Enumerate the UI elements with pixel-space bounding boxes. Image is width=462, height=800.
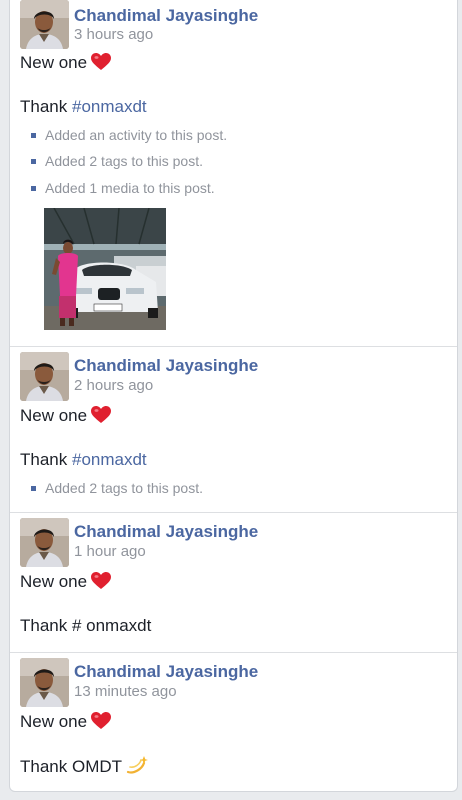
author-name[interactable]: Chandimal Jayasinghe bbox=[74, 522, 258, 542]
square-bullet-icon bbox=[31, 159, 36, 164]
car-photo bbox=[44, 208, 166, 330]
avatar[interactable] bbox=[20, 518, 69, 567]
post-timestamp[interactable]: 1 hour ago bbox=[74, 543, 146, 560]
square-bullet-icon bbox=[31, 486, 36, 491]
post-text: New one bbox=[20, 572, 88, 591]
post-text-line: New one bbox=[20, 52, 112, 77]
activity-item: Added 2 tags to this post. bbox=[31, 479, 203, 497]
post-2: Chandimal Jayasinghe 2 hours ago New one… bbox=[10, 346, 457, 512]
feed-card: Chandimal Jayasinghe 3 hours ago New one… bbox=[9, 0, 458, 792]
post-1: Chandimal Jayasinghe 3 hours ago New one… bbox=[10, 0, 457, 346]
heart-emoji-icon bbox=[91, 53, 112, 77]
dizzy-emoji-icon bbox=[126, 755, 149, 781]
activity-text: Added 2 tags to this post. bbox=[45, 480, 203, 496]
activity-text: Added 2 tags to this post. bbox=[45, 153, 203, 169]
activity-text: Added 1 media to this post. bbox=[45, 180, 215, 196]
post-text: New one bbox=[20, 53, 88, 72]
post-4: Chandimal Jayasinghe 13 minutes ago New … bbox=[10, 652, 457, 792]
activity-item: Added an activity to this post. bbox=[31, 126, 227, 144]
square-bullet-icon bbox=[31, 133, 36, 138]
profile-photo bbox=[20, 0, 69, 49]
post-text-line: Thank OMDT bbox=[20, 755, 149, 781]
activity-item: Added 1 media to this post. bbox=[31, 179, 215, 197]
square-bullet-icon bbox=[31, 186, 36, 191]
post-text: Thank bbox=[20, 450, 72, 469]
post-text-line: Thank #onmaxdt bbox=[20, 96, 147, 118]
hashtag-link[interactable]: #onmaxdt bbox=[72, 450, 147, 469]
post-text: Thank OMDT bbox=[20, 757, 123, 776]
post-timestamp[interactable]: 13 minutes ago bbox=[74, 683, 177, 700]
post-text-line: New one bbox=[20, 571, 112, 596]
post-text: New one bbox=[20, 712, 88, 731]
heart-emoji-icon bbox=[91, 712, 112, 736]
avatar[interactable] bbox=[20, 0, 69, 49]
activity-text: Added an activity to this post. bbox=[45, 127, 228, 143]
post-text-line: Thank # onmaxdt bbox=[20, 615, 151, 637]
post-text: New one bbox=[20, 406, 88, 425]
profile-photo bbox=[20, 352, 69, 401]
post-text-line: Thank #onmaxdt bbox=[20, 449, 147, 471]
post-3: Chandimal Jayasinghe 1 hour ago New one … bbox=[10, 512, 457, 652]
avatar[interactable] bbox=[20, 658, 69, 707]
post-media-thumbnail[interactable] bbox=[44, 208, 166, 330]
post-text-line: New one bbox=[20, 405, 112, 430]
heart-emoji-icon bbox=[91, 406, 112, 430]
profile-photo bbox=[20, 658, 69, 707]
activity-item: Added 2 tags to this post. bbox=[31, 152, 203, 170]
post-text: Thank bbox=[20, 97, 72, 116]
post-timestamp[interactable]: 3 hours ago bbox=[74, 26, 153, 43]
post-text-line: New one bbox=[20, 711, 112, 736]
post-timestamp[interactable]: 2 hours ago bbox=[74, 377, 153, 394]
profile-photo bbox=[20, 518, 69, 567]
author-name[interactable]: Chandimal Jayasinghe bbox=[74, 6, 258, 26]
author-name[interactable]: Chandimal Jayasinghe bbox=[74, 662, 258, 682]
heart-emoji-icon bbox=[91, 572, 112, 596]
post-text: Thank # onmaxdt bbox=[20, 616, 152, 635]
author-name[interactable]: Chandimal Jayasinghe bbox=[74, 356, 258, 376]
avatar[interactable] bbox=[20, 352, 69, 401]
hashtag-link[interactable]: #onmaxdt bbox=[72, 97, 147, 116]
